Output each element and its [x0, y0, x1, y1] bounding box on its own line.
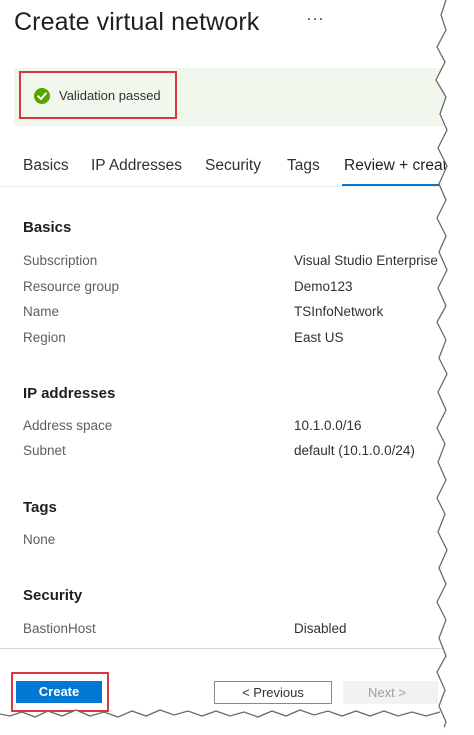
more-options-icon[interactable]: ···: [306, 8, 324, 29]
tab-ip-addresses[interactable]: IP Addresses: [91, 157, 182, 175]
check-circle-icon: [34, 88, 50, 104]
create-highlight-box: [11, 672, 109, 712]
page-title: Create virtual network: [14, 8, 260, 36]
address-space-value: 10.1.0.0/16: [294, 418, 362, 433]
subscription-value: Visual Studio Enterprise: [294, 253, 438, 268]
resource-group-label: Resource group: [23, 279, 120, 294]
tabs-divider: [0, 186, 474, 187]
validation-status-text: Validation passed: [59, 88, 161, 103]
footer-divider: [0, 648, 474, 649]
section-title-basics: Basics: [23, 219, 72, 236]
subnet-label: Subnet: [23, 443, 66, 458]
previous-button[interactable]: < Previous: [214, 681, 332, 704]
region-value: East US: [294, 330, 344, 345]
section-title-ip-addresses: IP addresses: [23, 385, 116, 402]
next-button[interactable]: Next >: [343, 681, 438, 704]
bastion-host-label: BastionHost: [23, 621, 96, 636]
tab-review-create[interactable]: Review + create: [344, 157, 456, 175]
tab-basics[interactable]: Basics: [23, 157, 69, 175]
subscription-label: Subscription: [23, 253, 98, 268]
create-virtual-network-page: Create virtual network ··· Validation pa…: [0, 0, 474, 735]
resource-group-value: Demo123: [294, 279, 353, 294]
tab-security[interactable]: Security: [205, 157, 261, 175]
subnet-value: default (10.1.0.0/24): [294, 443, 415, 458]
name-label: Name: [23, 304, 60, 319]
region-label: Region: [23, 330, 66, 345]
name-value: TSInfoNetwork: [294, 304, 384, 319]
tags-value: None: [23, 532, 56, 547]
section-title-tags: Tags: [23, 499, 57, 516]
address-space-label: Address space: [23, 418, 113, 433]
bastion-host-value: Disabled: [294, 621, 347, 636]
section-title-security: Security: [23, 587, 83, 604]
tab-tags[interactable]: Tags: [287, 157, 320, 175]
